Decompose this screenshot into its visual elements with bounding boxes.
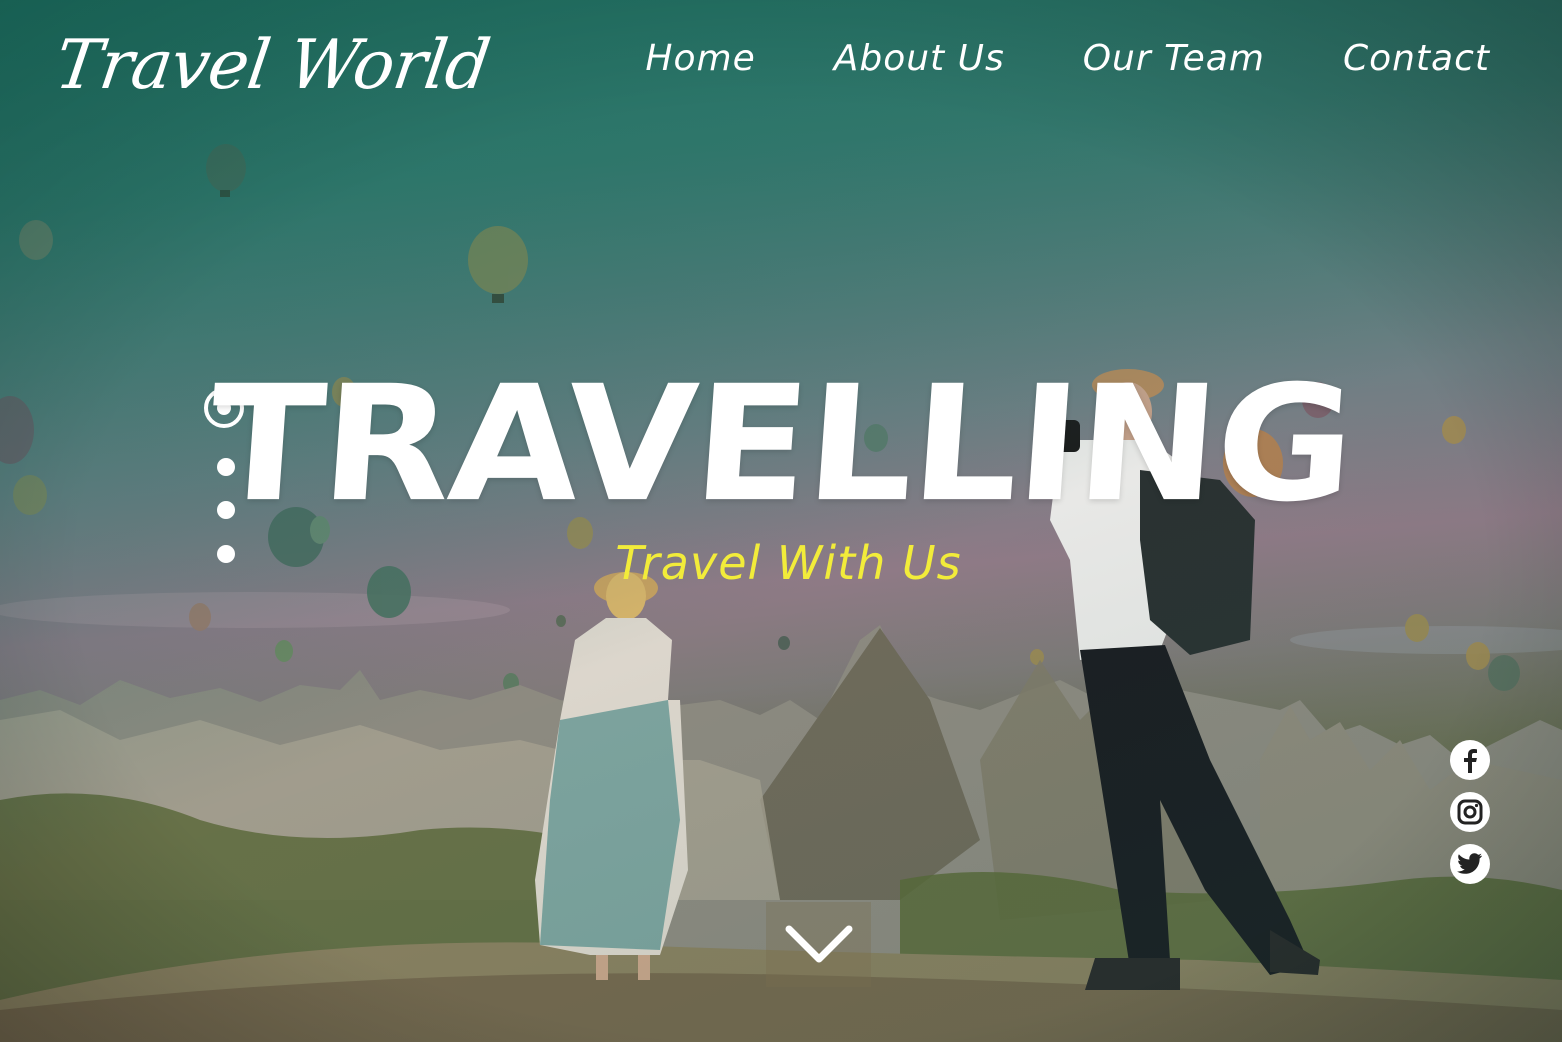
nav-contact-link[interactable]: Contact: [1343, 38, 1490, 79]
nav-about-link[interactable]: About Us: [834, 38, 1005, 79]
site-logo[interactable]: Travel World: [50, 26, 494, 105]
nav-team-link[interactable]: Our Team: [1083, 38, 1265, 79]
nav-home-link[interactable]: Home: [645, 38, 755, 79]
facebook-icon[interactable]: [1450, 740, 1490, 780]
chevron-down-icon: [785, 925, 852, 962]
twitter-icon[interactable]: [1450, 844, 1490, 884]
hero-title: TRAVELLING: [203, 350, 1359, 538]
hero-section: Travel World Home About Us Our Team Cont…: [0, 0, 1562, 1042]
main-navigation: Home About Us Our Team Contact: [645, 38, 1490, 79]
hero-subtitle: Travel With Us: [615, 536, 962, 590]
scroll-down-button[interactable]: [766, 902, 871, 987]
instagram-icon[interactable]: [1450, 792, 1490, 832]
